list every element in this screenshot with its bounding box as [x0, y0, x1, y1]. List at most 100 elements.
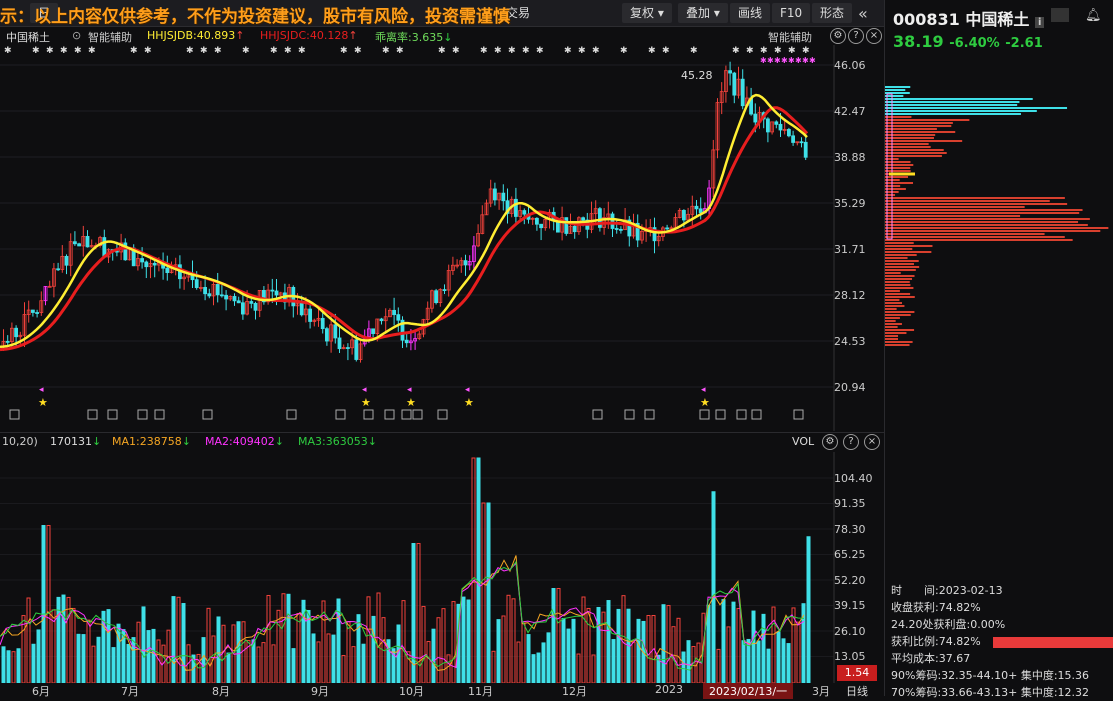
- chip-bar: [885, 218, 1090, 220]
- period-label[interactable]: 日线: [846, 683, 868, 699]
- chip-time: 时 间:2023-02-13: [891, 584, 1003, 597]
- change-amount: -2.61: [1005, 36, 1043, 51]
- vol-title: VOL: [792, 435, 815, 448]
- help-icon[interactable]: ?: [843, 434, 859, 450]
- bell-icon[interactable]: 🔔︎: [1085, 8, 1102, 23]
- price-tick: 24.53: [834, 335, 866, 348]
- asterisk-marker: ✱: [396, 46, 404, 56]
- candle-body: [299, 302, 304, 316]
- candle-body: [572, 225, 577, 233]
- price-tick: 28.12: [834, 289, 866, 302]
- info-icon[interactable]: i: [1034, 17, 1045, 28]
- draw-line-button[interactable]: 画线: [730, 3, 771, 23]
- asterisk-marker: ✱: [4, 46, 12, 56]
- candle-body: [501, 192, 506, 202]
- f10-button[interactable]: F10: [772, 3, 811, 23]
- settings-gear-icon[interactable]: ⚙: [822, 434, 838, 450]
- close-icon[interactable]: ×: [866, 28, 882, 44]
- overlay-button[interactable]: 叠加 ▾: [678, 3, 728, 23]
- asterisk-marker: ✱: [690, 46, 698, 56]
- volume-bar: [541, 642, 546, 683]
- candle-body: [219, 294, 224, 297]
- chip-bar: [885, 95, 904, 97]
- asterisk-marker: ✱: [74, 46, 82, 56]
- collapse-panel-icon[interactable]: «: [858, 4, 868, 23]
- volume-legend: 10,20) 170131↓ MA1:238758↓ MA2:409402↓ M…: [0, 432, 884, 451]
- cost-range-marker: [886, 93, 893, 240]
- vol-ma1-value: MA1:238758: [112, 435, 182, 448]
- asterisk-marker: ✱: [270, 46, 278, 56]
- chip-70: 70%筹码:33.66-43.13+ 集中度:12.32: [891, 686, 1090, 699]
- candle-body: [236, 300, 241, 304]
- assist-toggle-icon[interactable]: ⊙: [72, 29, 81, 42]
- help-icon[interactable]: ?: [848, 28, 864, 44]
- magenta-marker: ✱: [767, 56, 774, 65]
- volume-bar: [281, 593, 286, 683]
- small-box-icon: [751, 409, 762, 420]
- magenta-marker: ✱: [788, 56, 795, 65]
- volume-bar: [356, 614, 361, 683]
- candle-body: [791, 135, 795, 143]
- small-box-icon: [699, 409, 710, 420]
- candle-body: [333, 324, 338, 339]
- vol-params: 10,20): [2, 435, 38, 448]
- chip-bar: [885, 245, 933, 247]
- chip-bar: [885, 182, 914, 184]
- small-box-icon: [137, 409, 148, 420]
- asterisk-marker: ✱: [620, 46, 628, 56]
- legend-assist[interactable]: 智能辅助: [88, 29, 132, 45]
- chip-bar: [885, 236, 1065, 238]
- chip-bar: [885, 269, 916, 271]
- shape-button[interactable]: 形态: [812, 3, 853, 23]
- legend-assist-right[interactable]: 智能辅助: [768, 29, 812, 45]
- candle-body: [194, 279, 199, 288]
- chip-bar: [885, 329, 915, 331]
- candle-body: [492, 188, 497, 201]
- asterisk-marker: ✱: [46, 46, 54, 56]
- volume-bar: [431, 628, 436, 683]
- volume-bar: [531, 654, 536, 683]
- volume-bar: [606, 600, 611, 683]
- chip-bar: [885, 155, 942, 157]
- volume-bar: [81, 634, 86, 683]
- volume-bar: [201, 637, 206, 683]
- alert-icon[interactable]: [1051, 8, 1069, 22]
- chip-bar: [885, 314, 911, 316]
- settings-gear-icon[interactable]: ⚙: [830, 28, 846, 44]
- volume-bar: [341, 655, 346, 683]
- volume-bar: [441, 608, 446, 683]
- asterisk-marker: ✱: [214, 46, 222, 56]
- change-percent: -6.40%: [949, 36, 1000, 51]
- candlestick-chart[interactable]: ✱ ✱ ✱ ✱ ✱ ✱ ✱ ✱ ✱ ✱ ✱ ✱ ✱ ✱ ✱ ✱ ✱ ✱ ✱ ✱ ✱ ✱ ✱ ✱ ✱ ✱ ✱ ✱ ✱ ✱ ✱ ✱ ✱ ✱ ✱ ✱ ✱ ✱ ✱✱…: [0, 45, 884, 431]
- close-icon[interactable]: ×: [864, 434, 880, 450]
- volume-bar: [1, 646, 6, 683]
- chip-bar: [885, 233, 1045, 235]
- candle-body: [345, 347, 350, 349]
- volume-bar: [401, 600, 406, 683]
- vol-tick: 91.35: [834, 497, 866, 510]
- chip-bar: [885, 116, 912, 118]
- vol-tick: 52.20: [834, 574, 866, 587]
- volume-bar: [736, 608, 741, 683]
- chip-bar: [885, 86, 911, 88]
- volume-bar: [351, 646, 356, 683]
- volume-bar: [366, 596, 371, 683]
- magenta-marker: ✱: [774, 56, 781, 65]
- chip-bar: [885, 197, 1065, 199]
- arrow-down-icon: ↓: [443, 31, 453, 44]
- chip-bar: [885, 128, 937, 130]
- fuquan-button[interactable]: 复权 ▾: [622, 3, 672, 23]
- chip-profit-ratio: 获利比例:74.82%: [891, 633, 1113, 650]
- chip-bar: [885, 332, 907, 334]
- candle-body: [249, 301, 254, 304]
- vol-tick: 26.10: [834, 625, 866, 638]
- volume-bar: [421, 605, 426, 683]
- vol-tick: 104.40: [834, 472, 873, 485]
- volume-bar: [331, 634, 336, 683]
- candle-body: [215, 284, 220, 296]
- volume-bar: [271, 644, 276, 683]
- volume-bar: [6, 650, 11, 683]
- chip-bar: [885, 110, 1037, 112]
- volume-chart[interactable]: [0, 452, 884, 683]
- volume-bar: [61, 594, 66, 683]
